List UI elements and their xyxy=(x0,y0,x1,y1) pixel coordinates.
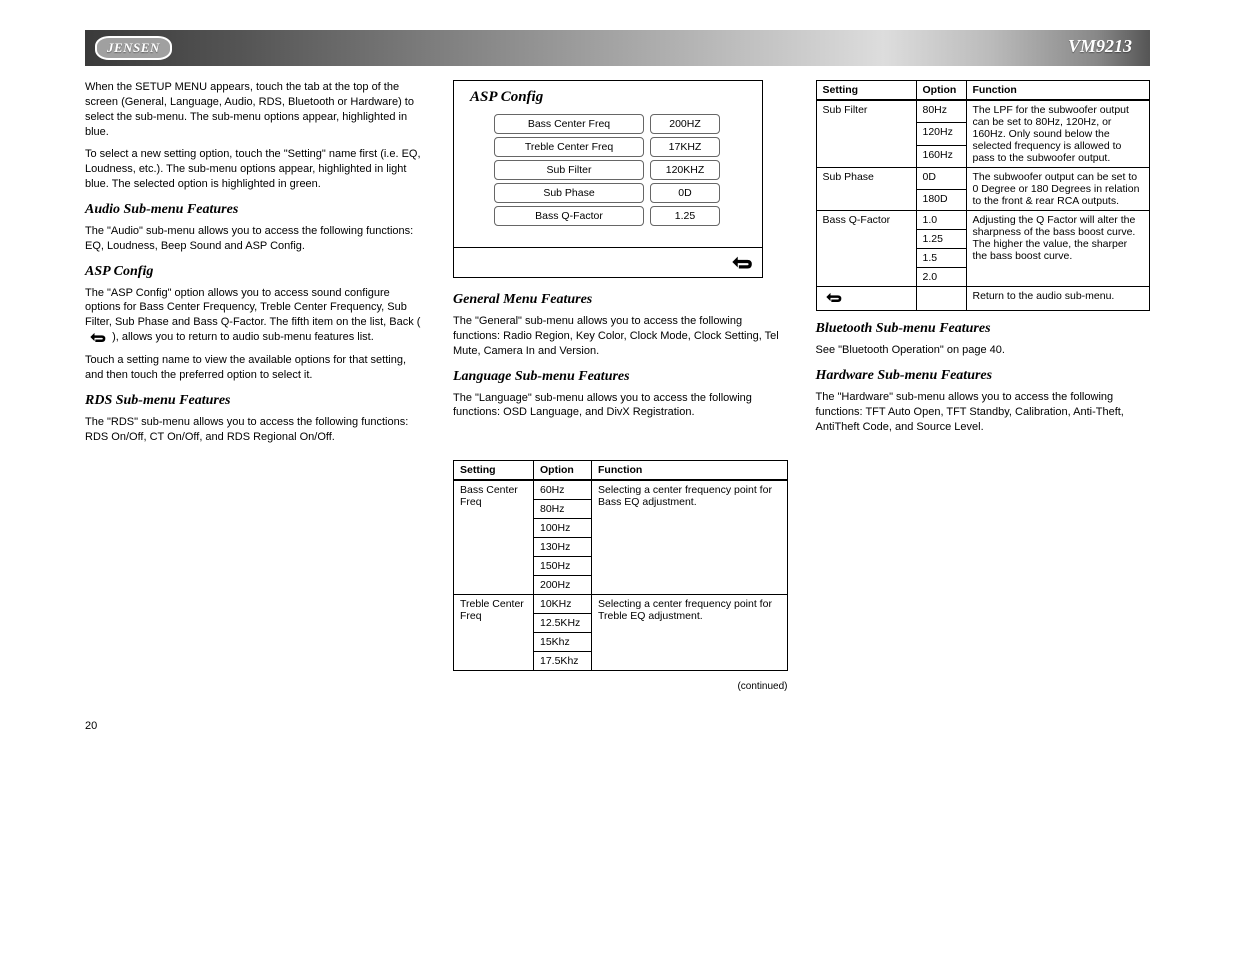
asp-row-value: 17KHZ xyxy=(650,137,720,157)
section-title-general: General Menu Features xyxy=(453,292,788,308)
asp-row-value: 0D xyxy=(650,183,720,203)
table-row: Treble Center Freq10KHzSelecting a cente… xyxy=(454,595,788,614)
paragraph: The "RDS" sub-menu allows you to access … xyxy=(85,415,425,445)
paragraph: The "Hardware" sub-menu allows you to ac… xyxy=(816,390,1151,435)
function-cell: The subwoofer output can be set to 0 Deg… xyxy=(966,168,1150,211)
section-title-rds: RDS Sub-menu Features xyxy=(85,393,425,409)
function-cell: Return to the audio sub-menu. xyxy=(966,287,1150,311)
option-cell: 80Hz xyxy=(916,101,966,123)
option-cell: 60Hz xyxy=(534,481,592,500)
option-cell: 12.5KHz xyxy=(534,614,592,633)
paragraph: The "ASP Config" option allows you to ac… xyxy=(85,286,425,345)
asp-row[interactable]: Bass Center Freq 200HZ xyxy=(494,114,742,134)
asp-row-label: Bass Center Freq xyxy=(494,114,644,134)
section-title-hardware: Hardware Sub-menu Features xyxy=(816,368,1151,384)
paragraph: The "Audio" sub-menu allows you to acces… xyxy=(85,224,425,254)
option-cell: 1.5 xyxy=(916,249,966,268)
option-cell: 100Hz xyxy=(534,519,592,538)
asp-row-label: Sub Filter xyxy=(494,160,644,180)
option-cell: 150Hz xyxy=(534,557,592,576)
option-cell: 10KHz xyxy=(534,595,592,614)
paragraph: When the SETUP MENU appears, touch the t… xyxy=(85,80,425,139)
setting-cell: Sub Filter xyxy=(816,101,916,168)
option-cell: 120Hz xyxy=(916,123,966,145)
table-row: Return to the audio sub-menu. xyxy=(816,287,1150,311)
option-cell: 1.25 xyxy=(916,230,966,249)
section-title-language: Language Sub-menu Features xyxy=(453,369,788,385)
asp-row[interactable]: Treble Center Freq 17KHZ xyxy=(494,137,742,157)
option-cell: 17.5Khz xyxy=(534,652,592,671)
page-number: 20 xyxy=(85,720,1150,732)
back-icon[interactable] xyxy=(728,252,754,272)
option-cell: 130Hz xyxy=(534,538,592,557)
asp-row-value: 1.25 xyxy=(650,206,720,226)
back-icon xyxy=(87,330,107,344)
paragraph: To select a new setting option, touch th… xyxy=(85,147,425,192)
continued-label: (continued) xyxy=(453,681,788,692)
table-row: Bass Q-Factor1.0Adjusting the Q Factor w… xyxy=(816,211,1150,230)
asp-row[interactable]: Sub Phase 0D xyxy=(494,183,742,203)
function-cell: Adjusting the Q Factor will alter the sh… xyxy=(966,211,1150,287)
option-cell: 180D xyxy=(916,189,966,211)
paragraph: See "Bluetooth Operation" on page 40. xyxy=(816,343,1151,358)
asp-config-panel: ASP Config Bass Center Freq 200HZ Treble C… xyxy=(453,80,763,278)
setting-cell: Treble Center Freq xyxy=(454,595,534,671)
asp-row[interactable]: Sub Filter 120KHZ xyxy=(494,160,742,180)
paragraph: Touch a setting name to view the availab… xyxy=(85,353,425,383)
paragraph: The "General" sub-menu allows you to acc… xyxy=(453,314,788,359)
option-cell: 80Hz xyxy=(534,500,592,519)
setting-cell: Bass Center Freq xyxy=(454,481,534,595)
section-title-asp: ASP Config xyxy=(85,264,425,280)
setting-cell: Bass Q-Factor xyxy=(816,211,916,287)
brand-logo: JENSEN xyxy=(95,36,172,60)
options-table-2: SettingOptionFunction Sub Filter80HzThe … xyxy=(816,80,1151,311)
option-cell: 0D xyxy=(916,168,966,190)
asp-row-value: 120KHZ xyxy=(650,160,720,180)
table-row: Sub Filter80HzThe LPF for the subwoofer … xyxy=(816,101,1150,123)
function-cell: Selecting a center frequency point for T… xyxy=(592,595,788,671)
paragraph: The "Language" sub-menu allows you to ac… xyxy=(453,391,788,421)
asp-row-value: 200HZ xyxy=(650,114,720,134)
left-column: When the SETUP MENU appears, touch the t… xyxy=(85,80,425,692)
setting-cell: Sub Phase xyxy=(816,168,916,211)
option-cell: 160Hz xyxy=(916,145,966,167)
table-row: Bass Center Freq60HzSelecting a center f… xyxy=(454,481,788,500)
option-cell: 1.0 xyxy=(916,211,966,230)
asp-row-label: Sub Phase xyxy=(494,183,644,203)
function-cell: The LPF for the subwoofer output can be … xyxy=(966,101,1150,168)
middle-column: ASP Config Bass Center Freq 200HZ Treble C… xyxy=(453,80,788,692)
setting-cell xyxy=(816,287,916,311)
option-cell: 15Khz xyxy=(534,633,592,652)
options-table-1: SettingOptionFunction Bass Center Freq60… xyxy=(453,460,788,671)
model-label: VM9213 xyxy=(1068,36,1132,57)
option-cell xyxy=(916,287,966,311)
right-column: SettingOptionFunction Sub Filter80HzThe … xyxy=(816,80,1151,692)
asp-row-label: Treble Center Freq xyxy=(494,137,644,157)
table-row: Sub Phase0DThe subwoofer output can be s… xyxy=(816,168,1150,190)
asp-panel-title: ASP Config xyxy=(454,81,762,110)
header-banner: JENSEN VM9213 xyxy=(85,30,1150,66)
asp-row[interactable]: Bass Q-Factor 1.25 xyxy=(494,206,742,226)
option-cell: 200Hz xyxy=(534,576,592,595)
section-title-bluetooth: Bluetooth Sub-menu Features xyxy=(816,321,1151,337)
asp-row-label: Bass Q-Factor xyxy=(494,206,644,226)
section-title-audio: Audio Sub-menu Features xyxy=(85,202,425,218)
option-cell: 2.0 xyxy=(916,268,966,287)
function-cell: Selecting a center frequency point for B… xyxy=(592,481,788,595)
